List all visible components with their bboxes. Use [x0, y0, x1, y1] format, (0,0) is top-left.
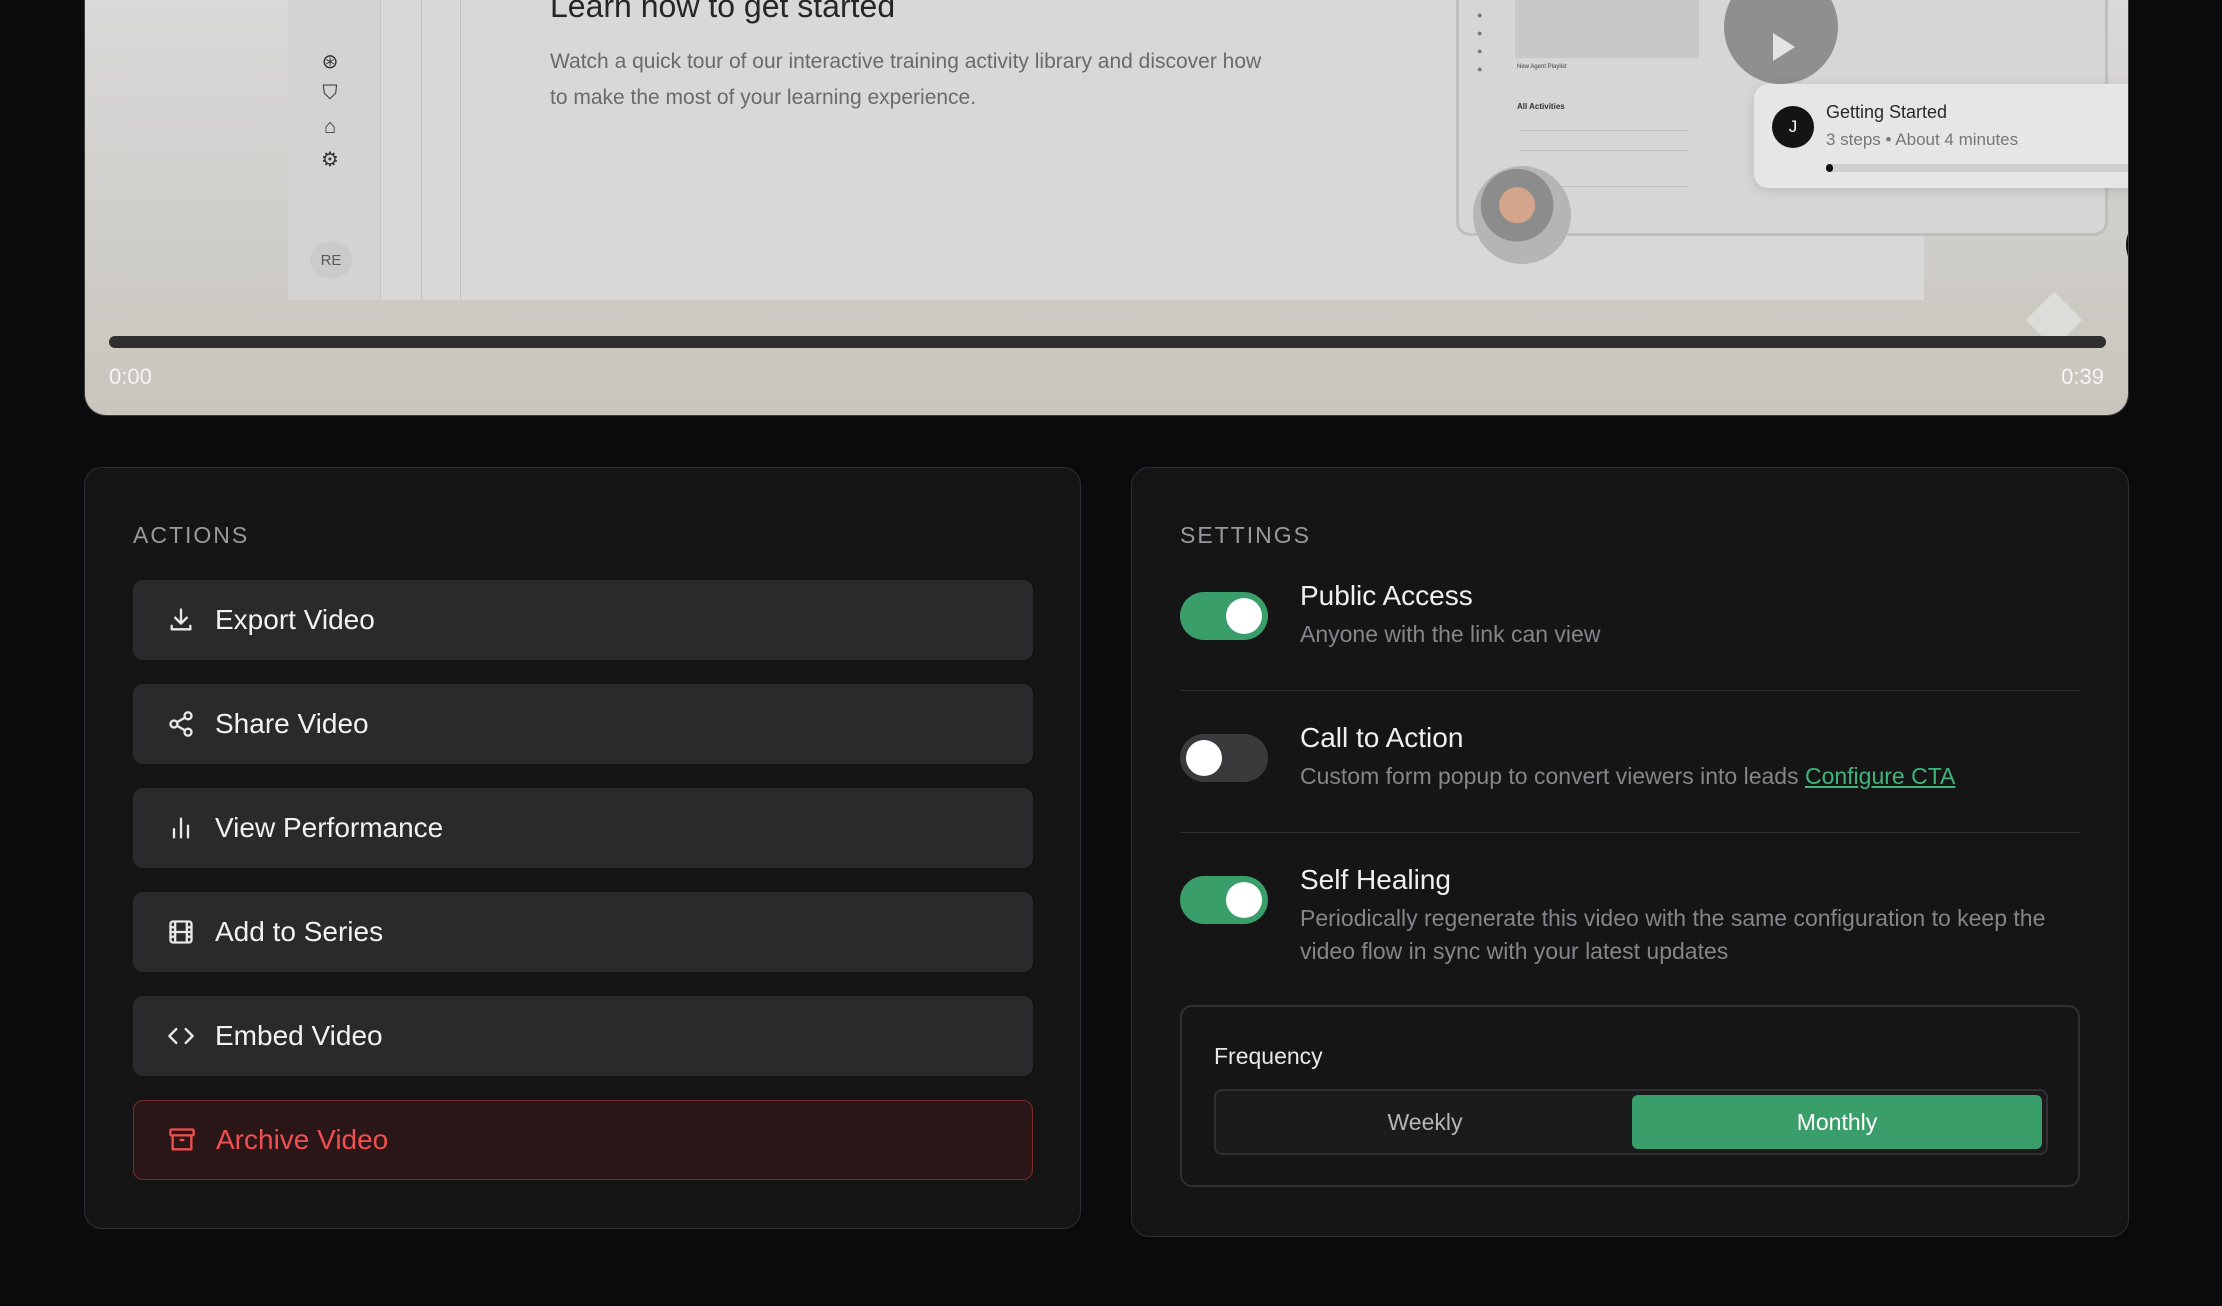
archive-video-button[interactable]: Archive Video	[133, 1100, 1033, 1180]
add-to-series-button[interactable]: Add to Series	[133, 892, 1033, 972]
frequency-option-monthly[interactable]: Monthly	[1632, 1095, 2042, 1149]
getting-started-progress	[1826, 164, 2128, 172]
settings-title: SETTINGS	[1180, 522, 1312, 548]
actions-title: ACTIONS	[133, 522, 250, 548]
toggle-knob	[1226, 882, 1262, 918]
view-performance-button[interactable]: View Performance	[133, 788, 1033, 868]
avatar: J	[1772, 106, 1814, 148]
call-to-action-description-row: Custom form popup to convert viewers int…	[1300, 760, 2090, 793]
preview-title: Learn how to get started	[550, 0, 896, 24]
public-access-toggle[interactable]	[1180, 592, 1268, 640]
current-time: 0:00	[109, 364, 152, 389]
public-access-title: Public Access	[1300, 580, 1473, 611]
mock-line-2: All Activities	[1517, 102, 1565, 111]
public-access-description: Anyone with the link can view	[1300, 621, 1601, 647]
archive-video-label: Archive Video	[216, 1124, 389, 1155]
presenter-avatar	[1473, 166, 1571, 264]
preview-sidebar: ⊛ ⛉ ⌂ ⚙ RE	[288, 0, 381, 300]
export-video-label: Export Video	[215, 604, 375, 635]
settings-panel: SETTINGS Public Access Anyone with the l…	[1131, 467, 2129, 1237]
palette-icon: ⊛	[321, 50, 339, 73]
getting-started-title: Getting Started	[1826, 102, 1948, 122]
mock-block	[1515, 0, 1699, 58]
call-to-action-title: Call to Action	[1300, 722, 1464, 753]
call-to-action-description: Custom form popup to convert viewers int…	[1300, 763, 1799, 789]
divider	[1180, 832, 2080, 833]
getting-started-card: J Getting Started 3 steps • About 4 minu…	[1754, 84, 2128, 188]
frequency-box: Frequency Weekly Monthly	[1180, 1005, 2080, 1187]
frequency-option-weekly[interactable]: Weekly	[1220, 1095, 1630, 1149]
getting-started-subtitle: 3 steps • About 4 minutes	[1826, 130, 2019, 149]
bar-chart-icon	[165, 812, 197, 844]
export-video-button[interactable]: Export Video	[133, 580, 1033, 660]
total-duration: 0:39	[2061, 364, 2104, 389]
call-to-action-toggle[interactable]	[1180, 734, 1268, 782]
toggle-knob	[1226, 598, 1262, 634]
view-performance-label: View Performance	[215, 812, 444, 843]
archive-icon	[166, 1124, 198, 1156]
divider	[1180, 690, 2080, 691]
video-frame: ⊛ ⛉ ⌂ ⚙ RE Learn how to get started Watc…	[288, 0, 2128, 300]
toggle-knob	[1186, 740, 1222, 776]
graduation-cap-icon: ⌂	[323, 115, 337, 138]
preview-divider	[421, 0, 461, 300]
self-healing-toggle[interactable]	[1180, 876, 1268, 924]
shield-icon: ⛉	[322, 81, 338, 104]
embed-video-button[interactable]: Embed Video	[133, 996, 1033, 1076]
frequency-label: Frequency	[1214, 1043, 1323, 1069]
mock-line-1: New Agent Playlist	[1517, 64, 1567, 70]
getting-started-progress-fill	[1826, 164, 1833, 172]
add-to-series-label: Add to Series	[215, 916, 384, 947]
share-icon	[165, 708, 197, 740]
share-video-label: Share Video	[215, 708, 369, 739]
self-healing-title: Self Healing	[1300, 864, 1451, 895]
mock-dots: ● ● ● ●	[1477, 10, 1483, 74]
self-healing-description: Periodically regenerate this video with …	[1300, 905, 2046, 964]
film-icon	[165, 916, 197, 948]
video-progress-bar[interactable]	[109, 336, 2106, 348]
user-initials-badge: RE	[310, 242, 352, 278]
frequency-segmented-control: Weekly Monthly	[1214, 1089, 2048, 1155]
share-video-button[interactable]: Share Video	[133, 684, 1033, 764]
mock-row	[1519, 130, 1689, 131]
actions-panel: ACTIONS Export Video Share Video View Pe…	[84, 467, 1081, 1229]
mock-row	[1519, 150, 1689, 151]
embed-video-label: Embed Video	[215, 1020, 383, 1051]
configure-cta-link[interactable]: Configure CTA	[1805, 763, 1955, 789]
chat-button[interactable]	[2126, 214, 2128, 276]
video-player[interactable]: ⊛ ⛉ ⌂ ⚙ RE Learn how to get started Watc…	[84, 0, 2129, 416]
play-icon	[1773, 33, 1795, 61]
gear-icon: ⚙	[321, 148, 339, 171]
preview-description: Watch a quick tour of our interactive tr…	[550, 50, 1262, 109]
download-icon	[165, 604, 197, 636]
code-icon	[165, 1020, 197, 1052]
